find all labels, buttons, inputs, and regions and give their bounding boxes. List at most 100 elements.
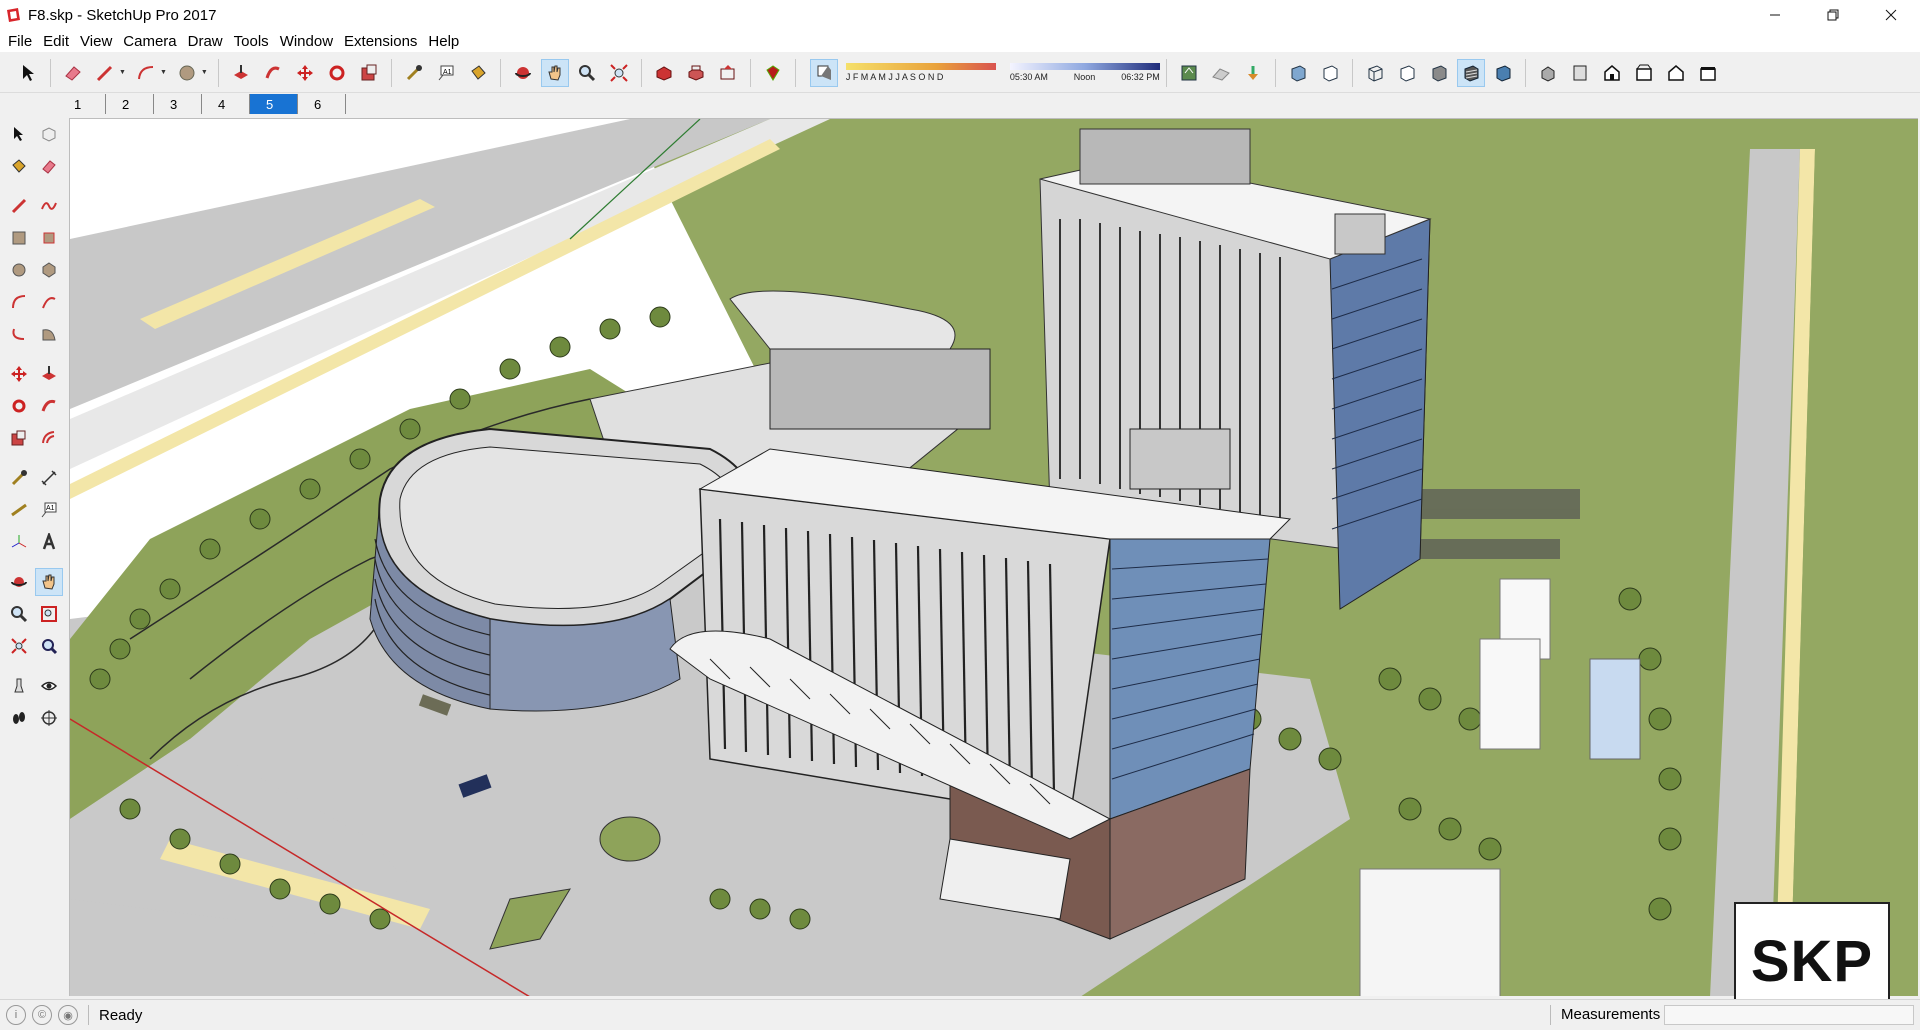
zoom-tool-icon[interactable] <box>573 59 601 87</box>
menu-window[interactable]: Window <box>277 33 341 50</box>
iso-view-icon[interactable] <box>1534 59 1562 87</box>
position-camera-icon[interactable] <box>5 672 33 700</box>
protractor-tool-icon[interactable] <box>5 496 33 524</box>
paint-bucket-tool-icon[interactable] <box>464 59 492 87</box>
shapes-tool-icon[interactable] <box>173 59 201 87</box>
wireframe-style-icon[interactable] <box>1361 59 1389 87</box>
date-slider[interactable]: J F M A M J J A S O N D <box>845 63 996 82</box>
arc-dropdown-icon[interactable]: ▼ <box>160 69 167 76</box>
rotated-rectangle-tool-icon[interactable] <box>35 224 63 252</box>
previous-view-icon[interactable] <box>35 632 63 660</box>
orbit-tool-icon[interactable] <box>509 59 537 87</box>
right-view-icon[interactable] <box>1630 59 1658 87</box>
x-ray-style-icon[interactable] <box>1284 59 1312 87</box>
menu-extensions[interactable]: Extensions <box>341 33 425 50</box>
add-location-icon[interactable] <box>1175 59 1203 87</box>
model-viewport[interactable] <box>69 118 1918 996</box>
pan-tool-icon[interactable] <box>35 568 63 596</box>
shapes-dropdown-icon[interactable]: ▼ <box>201 69 208 76</box>
select-tool-icon[interactable] <box>14 59 42 87</box>
pie-tool-icon[interactable] <box>35 320 63 348</box>
user-account-icon[interactable]: ◉ <box>58 1005 78 1025</box>
geolocation-icon[interactable]: i <box>6 1005 26 1025</box>
3d-warehouse-icon[interactable] <box>650 59 678 87</box>
text-tool-icon[interactable]: A1 <box>432 59 460 87</box>
close-icon[interactable] <box>1862 0 1920 30</box>
follow-me-tool-icon[interactable] <box>259 59 287 87</box>
push-pull-tool-icon[interactable] <box>35 360 63 388</box>
scene-tab-1[interactable]: 1 <box>58 94 106 114</box>
menu-view[interactable]: View <box>77 33 120 50</box>
paint-bucket-tool-icon[interactable] <box>5 152 33 180</box>
left-view-icon[interactable] <box>1694 59 1722 87</box>
ruby-console-icon[interactable] <box>759 59 787 87</box>
select-tool-icon[interactable] <box>5 120 33 148</box>
look-around-icon[interactable] <box>35 672 63 700</box>
shaded-with-textures-style-icon[interactable] <box>1456 58 1485 87</box>
extension-warehouse-icon[interactable] <box>714 59 742 87</box>
follow-me-tool-icon[interactable] <box>35 392 63 420</box>
credits-icon[interactable]: © <box>32 1005 52 1025</box>
axes-tool-icon[interactable] <box>5 528 33 556</box>
eraser-tool-icon[interactable] <box>59 59 87 87</box>
zoom-extents-tool-icon[interactable] <box>605 59 633 87</box>
hidden-line-style-icon[interactable] <box>1393 59 1421 87</box>
scene-tab-6[interactable]: 6 <box>298 94 346 114</box>
text-tool-icon[interactable]: A1 <box>35 496 63 524</box>
dimension-tool-icon[interactable] <box>35 464 63 492</box>
circle-tool-icon[interactable] <box>5 256 33 284</box>
arc-tool-icon[interactable] <box>5 288 33 316</box>
menu-edit[interactable]: Edit <box>40 33 77 50</box>
photo-textures-icon[interactable] <box>1239 59 1267 87</box>
polygon-tool-icon[interactable] <box>35 256 63 284</box>
freehand-tool-icon[interactable] <box>35 192 63 220</box>
move-tool-icon[interactable] <box>5 360 33 388</box>
line-dropdown-icon[interactable]: ▼ <box>119 69 126 76</box>
line-tool-icon[interactable] <box>5 192 33 220</box>
top-view-icon[interactable] <box>1566 59 1594 87</box>
scale-tool-icon[interactable] <box>5 424 33 452</box>
pan-tool-icon[interactable] <box>540 58 569 87</box>
orbit-tool-icon[interactable] <box>5 568 33 596</box>
menu-file[interactable]: File <box>5 33 40 50</box>
offset-tool-icon[interactable] <box>35 424 63 452</box>
toggle-terrain-icon[interactable] <box>1207 59 1235 87</box>
back-view-icon[interactable] <box>1662 59 1690 87</box>
3d-text-tool-icon[interactable] <box>35 528 63 556</box>
time-slider-track[interactable] <box>1009 63 1160 70</box>
monochrome-style-icon[interactable] <box>1489 59 1517 87</box>
section-plane-icon[interactable] <box>35 704 63 732</box>
move-tool-icon[interactable] <box>291 59 319 87</box>
menu-tools[interactable]: Tools <box>231 33 277 50</box>
menu-draw[interactable]: Draw <box>185 33 231 50</box>
make-component-icon[interactable] <box>35 120 63 148</box>
rectangle-tool-icon[interactable] <box>5 224 33 252</box>
rotate-tool-icon[interactable] <box>323 59 351 87</box>
tape-measure-tool-icon[interactable] <box>400 59 428 87</box>
date-slider-track[interactable] <box>845 63 996 70</box>
front-view-icon[interactable] <box>1598 59 1626 87</box>
rotate-tool-icon[interactable] <box>5 392 33 420</box>
menu-camera[interactable]: Camera <box>120 33 184 50</box>
push-pull-tool-icon[interactable] <box>227 59 255 87</box>
scene-tab-2[interactable]: 2 <box>106 94 154 114</box>
arc-tool-icon[interactable] <box>132 59 160 87</box>
measurements-input[interactable] <box>1664 1005 1914 1025</box>
restore-icon[interactable] <box>1804 0 1862 30</box>
scene-tab-5[interactable]: 5 <box>250 94 298 114</box>
three-point-arc-tool-icon[interactable] <box>5 320 33 348</box>
eraser-tool-icon[interactable] <box>35 152 63 180</box>
two-point-arc-tool-icon[interactable] <box>35 288 63 316</box>
scene-tab-4[interactable]: 4 <box>202 94 250 114</box>
menu-help[interactable]: Help <box>425 33 467 50</box>
walk-tool-icon[interactable] <box>5 704 33 732</box>
shaded-style-icon[interactable] <box>1425 59 1453 87</box>
shadow-toggle-icon[interactable] <box>809 58 838 87</box>
time-slider[interactable]: 05:30 AM Noon 06:32 PM <box>1009 63 1160 82</box>
scale-tool-icon[interactable] <box>355 59 383 87</box>
tape-measure-tool-icon[interactable] <box>5 464 33 492</box>
line-tool-icon[interactable] <box>91 59 119 87</box>
back-edges-style-icon[interactable] <box>1316 59 1344 87</box>
zoom-extents-tool-icon[interactable] <box>5 632 33 660</box>
share-component-icon[interactable] <box>682 59 710 87</box>
